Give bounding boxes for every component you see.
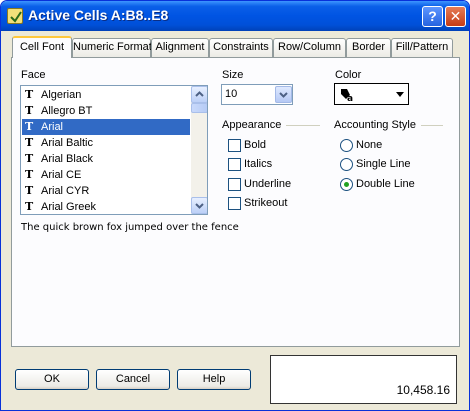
preview-value: 10,458.16: [396, 383, 450, 397]
face-listbox[interactable]: T Algerian T Allegro BT T Arial T Arial Balt…: [20, 85, 208, 215]
tab-numeric-format[interactable]: Numeric Format: [72, 38, 152, 57]
divider: [286, 125, 320, 126]
scroll-up-button[interactable]: [191, 86, 207, 103]
accounting-single-line-radio[interactable]: [340, 158, 353, 171]
list-item[interactable]: T Algerian: [22, 87, 190, 103]
cell-preview: 10,458.16: [270, 355, 457, 404]
list-item[interactable]: T Arial CYR: [22, 183, 190, 199]
chevron-down-icon: [195, 203, 204, 209]
dropdown-arrow-icon: [396, 92, 404, 97]
face-scrollbar[interactable]: [191, 86, 207, 214]
italics-label: Italics: [244, 158, 273, 170]
accounting-none-radio[interactable]: [340, 139, 353, 152]
scroll-down-button[interactable]: [191, 197, 207, 214]
close-icon[interactable]: ✕: [445, 6, 466, 27]
italics-checkbox[interactable]: [228, 158, 241, 171]
svg-text:a: a: [347, 94, 353, 103]
truetype-icon: T: [25, 136, 34, 149]
accounting-style-label: Accounting Style: [334, 119, 416, 131]
ok-button[interactable]: OK: [15, 369, 89, 390]
underline-label: Underline: [244, 178, 292, 190]
list-item[interactable]: T Arial Greek: [22, 199, 190, 214]
accounting-double-line-label: Double Line: [356, 178, 415, 190]
list-item-selected[interactable]: T Arial: [22, 119, 190, 135]
tab-cell-font[interactable]: Cell Font: [12, 36, 72, 58]
dialog-window: Active Cells A:B8..E8 ? ✕ Cell Font Nume…: [0, 0, 470, 411]
accounting-single-line-label: Single Line: [356, 158, 411, 170]
list-item[interactable]: T Allegro BT: [22, 103, 190, 119]
accounting-double-line-radio[interactable]: [340, 178, 353, 191]
strikeout-label: Strikeout: [244, 197, 288, 209]
tab-fill-pattern[interactable]: Fill/Pattern: [391, 38, 453, 57]
size-combobox[interactable]: 10: [221, 84, 293, 105]
cancel-button[interactable]: Cancel: [96, 369, 170, 390]
truetype-icon: T: [25, 200, 34, 213]
list-item[interactable]: T Arial Black: [22, 151, 190, 167]
face-label: Face: [21, 69, 46, 81]
strikeout-checkbox[interactable]: [228, 197, 241, 210]
help-button[interactable]: Help: [177, 369, 251, 390]
tab-alignment[interactable]: Alignment: [151, 38, 209, 57]
size-value: 10: [225, 88, 238, 100]
truetype-icon: T: [25, 152, 34, 165]
help-icon[interactable]: ?: [422, 6, 443, 27]
radio-selected-dot: [344, 182, 349, 187]
divider: [421, 125, 443, 126]
chevron-up-icon: [195, 91, 204, 97]
font-sample-text: The quick brown fox jumped over the fenc…: [21, 222, 239, 233]
bold-checkbox[interactable]: [228, 139, 241, 152]
truetype-icon: T: [25, 120, 34, 133]
underline-checkbox[interactable]: [228, 178, 241, 191]
list-item[interactable]: T Arial CE: [22, 167, 190, 183]
truetype-icon: T: [25, 104, 34, 117]
color-label: Color: [335, 69, 362, 81]
title-bar[interactable]: Active Cells A:B8..E8 ? ✕: [1, 1, 469, 31]
list-item[interactable]: T Arial Baltic: [22, 135, 190, 151]
appearance-label: Appearance: [222, 119, 282, 131]
size-dropdown-button[interactable]: [275, 86, 292, 103]
chevron-down-icon: [279, 92, 288, 98]
color-dropdown[interactable]: a: [334, 83, 409, 105]
tab-border[interactable]: Border: [346, 38, 391, 57]
scroll-thumb[interactable]: [191, 103, 207, 113]
size-label: Size: [222, 69, 244, 81]
accounting-none-label: None: [356, 139, 383, 151]
truetype-icon: T: [25, 184, 34, 197]
app-icon: [7, 8, 23, 24]
font-color-icon: a: [341, 89, 353, 103]
window-title: Active Cells A:B8..E8: [28, 7, 169, 23]
tab-constraints[interactable]: Constraints: [209, 38, 273, 57]
truetype-icon: T: [25, 88, 34, 101]
bold-label: Bold: [244, 139, 267, 151]
tab-row-column[interactable]: Row/Column: [273, 38, 346, 57]
truetype-icon: T: [25, 168, 34, 181]
